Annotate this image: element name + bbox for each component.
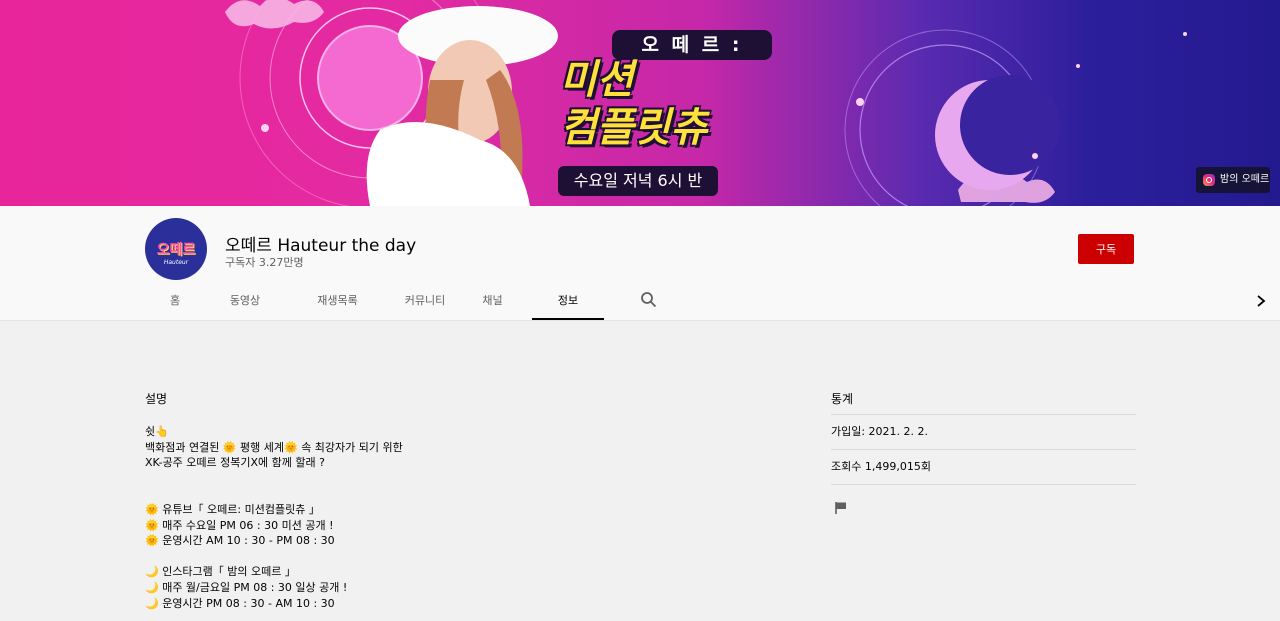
instagram-link[interactable]: 밤의 오떼르 xyxy=(1196,167,1270,193)
subscribe-button[interactable]: 구독 xyxy=(1078,234,1134,264)
tab-about[interactable]: 정보 xyxy=(532,284,604,320)
channel-tabs: 홈 동영상 재생목록 커뮤니티 채널 정보 xyxy=(140,284,604,320)
banner-logo-main: 미션 컴플릿츄 xyxy=(560,57,708,151)
avatar[interactable]: 오떼르 Hauteur xyxy=(145,218,207,280)
chevron-right-icon[interactable] xyxy=(1254,294,1268,308)
joined-date: 가입일: 2021. 2. 2. xyxy=(831,415,1136,450)
subscriber-count: 구독자 3.27만명 xyxy=(225,256,304,269)
stats-panel: 통계 가입일: 2021. 2. 2. 조회수 1,499,015회 xyxy=(831,388,1136,485)
avatar-subtitle: Hauteur xyxy=(163,259,189,266)
flag-icon[interactable] xyxy=(834,501,848,515)
description-heading: 설명 xyxy=(145,392,168,406)
tab-videos[interactable]: 동영상 xyxy=(210,284,280,320)
channel-header: 오떼르 Hauteur 오떼르 Hauteur the day 구독자 3.27… xyxy=(0,206,1280,321)
instagram-icon xyxy=(1203,174,1215,186)
view-count: 조회수 1,499,015회 xyxy=(831,450,1136,485)
tab-community[interactable]: 커뮤니티 xyxy=(395,284,455,320)
channel-banner: 오 떼 르 : 미션 컴플릿츄 수요일 저녁 6시 반 밤의 오떼르 xyxy=(0,0,1280,206)
tab-home[interactable]: 홈 xyxy=(140,284,210,320)
channel-name: 오떼르 Hauteur the day xyxy=(225,236,417,256)
tab-channels[interactable]: 채널 xyxy=(455,284,530,320)
search-icon[interactable] xyxy=(640,291,658,309)
stats-heading: 통계 xyxy=(831,388,1136,415)
instagram-link-label: 밤의 오떼르 xyxy=(1220,174,1270,185)
avatar-logo: 오떼르 xyxy=(156,242,196,258)
banner-logo-sub: 수요일 저녁 6시 반 xyxy=(558,166,718,196)
description-body: 쉿👆 백화점과 연결된 🌞 평행 세계🌞 속 최강자가 되기 위한 XK-공주 … xyxy=(145,425,403,610)
tab-playlists[interactable]: 재생목록 xyxy=(280,284,395,320)
